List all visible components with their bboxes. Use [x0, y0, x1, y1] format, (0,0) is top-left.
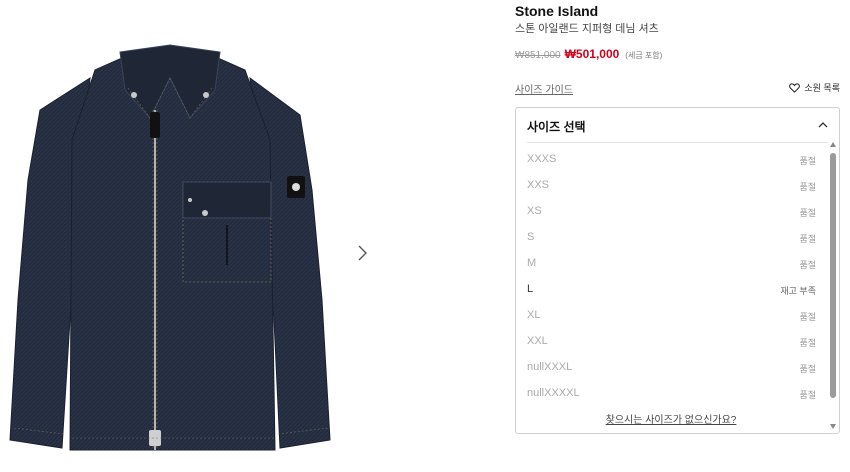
divider	[527, 142, 828, 143]
size-label: XS	[527, 205, 542, 217]
size-not-found-link[interactable]: 찾으시는 사이즈가 없으신가요?	[516, 411, 826, 426]
size-label: nullXXXL	[527, 361, 573, 373]
size-option[interactable]: XXL 품절	[516, 328, 826, 354]
scroll-up-arrow-icon[interactable]	[830, 142, 836, 147]
chevron-up-icon[interactable]	[817, 119, 829, 131]
size-stock-status: 품절	[799, 208, 816, 218]
size-stock-status: 품절	[799, 312, 816, 322]
size-list: XXXS 품절 XXS 품절 XS 품절 S 품절 M 품절 L 재고 부족 X…	[516, 146, 826, 406]
size-label: XXXS	[527, 153, 557, 165]
price-row: ₩851,000 ₩501,000 (세금 포함)	[515, 47, 662, 61]
product-image	[9, 44, 331, 451]
size-label: XXS	[527, 179, 550, 191]
scrollbar-thumb[interactable]	[830, 153, 836, 398]
wishlist-button[interactable]: 소원 목록	[789, 81, 840, 94]
size-stock-status: 품절	[799, 338, 816, 348]
tax-note: (세금 포함)	[625, 51, 663, 60]
size-option[interactable]: XXS 품절	[516, 172, 826, 198]
size-label: nullXXXXL	[527, 387, 580, 399]
heart-icon	[789, 82, 801, 93]
size-stock-status: 품절	[799, 390, 816, 400]
wishlist-label: 소원 목록	[804, 83, 840, 93]
original-price: ₩851,000	[515, 50, 561, 61]
size-option[interactable]: L 재고 부족	[516, 276, 826, 302]
size-label: XL	[527, 309, 541, 321]
next-image-arrow-icon[interactable]	[352, 243, 372, 263]
size-label: S	[527, 231, 535, 243]
size-dropdown-header[interactable]: 사이즈 선택	[516, 108, 839, 142]
product-name: 스톤 아일랜드 지퍼형 데님 셔츠	[515, 23, 659, 35]
size-option[interactable]: XXXS 품절	[516, 146, 826, 172]
size-stock-status: 재고 부족	[780, 286, 816, 296]
brand-name[interactable]: Stone Island	[515, 3, 598, 19]
size-label: M	[527, 257, 537, 269]
size-option[interactable]: XL 품절	[516, 302, 826, 328]
size-option[interactable]: nullXXXL 품절	[516, 354, 826, 380]
size-label: L	[527, 283, 534, 295]
size-option[interactable]: nullXXXXL 품절	[516, 380, 826, 406]
scroll-down-arrow-icon[interactable]	[830, 424, 836, 429]
size-option[interactable]: XS 품절	[516, 198, 826, 224]
sale-price: ₩501,000	[564, 47, 620, 61]
size-guide-link[interactable]: 사이즈 가이드	[515, 81, 573, 96]
size-option[interactable]: M 품절	[516, 250, 826, 276]
size-stock-status: 품절	[799, 182, 816, 192]
size-dropdown-title: 사이즈 선택	[527, 120, 586, 134]
size-dropdown[interactable]: 사이즈 선택 XXXS 품절 XXS 품절 XS 품절 S 품절 M 품절 L …	[515, 107, 840, 434]
size-label: XXL	[527, 335, 548, 347]
size-stock-status: 품절	[799, 234, 816, 244]
size-stock-status: 품절	[799, 364, 816, 374]
size-stock-status: 품절	[799, 260, 816, 270]
size-option[interactable]: S 품절	[516, 224, 826, 250]
size-stock-status: 품절	[799, 156, 816, 166]
